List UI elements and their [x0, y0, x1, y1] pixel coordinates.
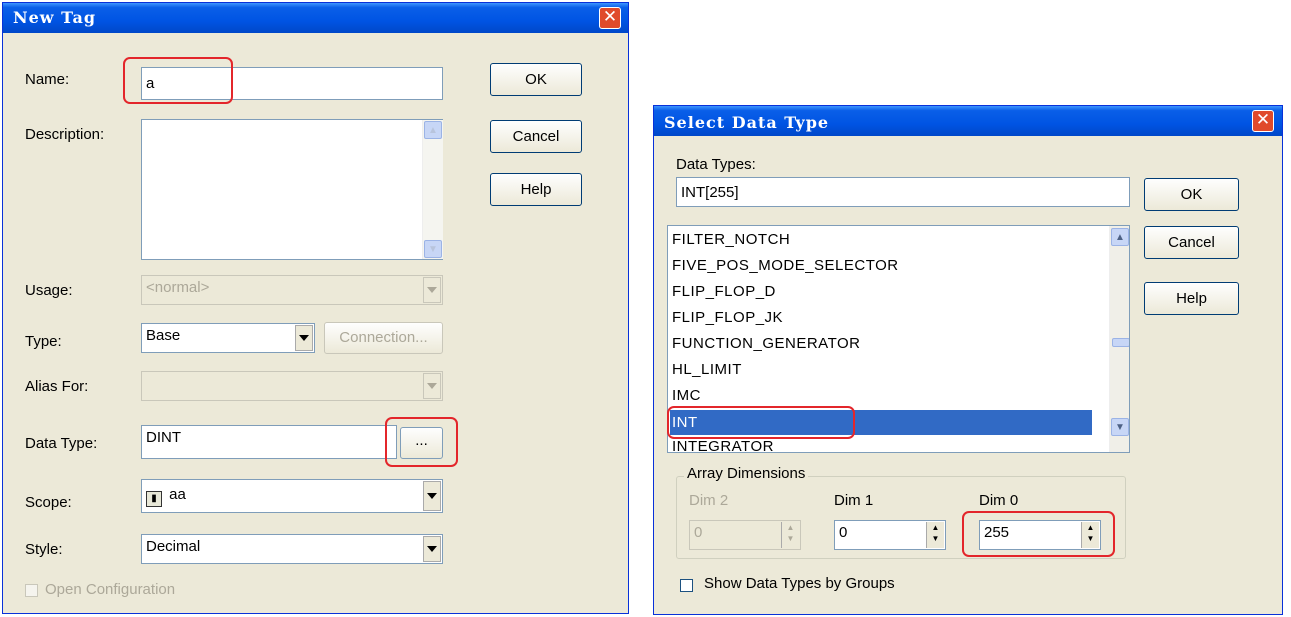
usage-value: <normal>	[146, 279, 210, 296]
spin-arrows-icon[interactable]: ▲ ▼	[926, 522, 944, 548]
dim1-label: Dim 1	[834, 492, 874, 509]
type-value: Base	[146, 327, 181, 344]
usage-label: Usage:	[25, 282, 73, 299]
dim1-value: 0	[839, 524, 848, 541]
list-item[interactable]: FLIP_FLOP_D	[672, 279, 776, 304]
name-label: Name:	[25, 71, 70, 88]
close-icon[interactable]: ✕	[1252, 110, 1274, 132]
select-data-type-dialog: Select Data Type ✕ Data Types: INT[255] …	[653, 105, 1283, 615]
dialog-title: Select Data Type	[664, 113, 830, 132]
select-data-type-titlebar[interactable]: Select Data Type ✕	[654, 106, 1282, 136]
list-item[interactable]: FUNCTION_GENERATOR	[672, 331, 860, 356]
scope-value: aa	[169, 486, 186, 503]
list-item[interactable]: INTEGRATOR	[672, 434, 774, 452]
name-input[interactable]: a	[141, 67, 443, 100]
scroll-down-icon[interactable]: ▼	[424, 240, 442, 258]
ok-button[interactable]: OK	[1144, 178, 1239, 211]
scroll-thumb[interactable]	[1112, 338, 1129, 347]
ok-button[interactable]: OK	[490, 63, 582, 96]
browse-data-type-button[interactable]: ...	[400, 427, 443, 459]
style-value: Decimal	[146, 538, 201, 555]
show-groups-label[interactable]: Show Data Types by Groups	[704, 575, 895, 592]
scroll-down-icon[interactable]: ▼	[1111, 418, 1129, 436]
help-button[interactable]: Help	[490, 173, 582, 206]
type-select[interactable]: Base	[141, 323, 315, 353]
list-scrollbar[interactable]: ▲ ▼	[1109, 226, 1129, 452]
scroll-up-icon[interactable]: ▲	[424, 121, 442, 139]
list-item[interactable]: FILTER_NOTCH	[672, 227, 790, 252]
dim2-label: Dim 2	[689, 492, 729, 509]
dim2-value: 0	[694, 524, 703, 541]
style-select[interactable]: Decimal	[141, 534, 443, 564]
alias-for-select	[141, 371, 443, 401]
cancel-button[interactable]: Cancel	[490, 120, 582, 153]
dim0-label: Dim 0	[979, 492, 1019, 509]
new-tag-dialog: New Tag ✕ Name: a Description: ▲ ▼ Usage…	[2, 2, 629, 614]
scope-icon: ▮	[146, 491, 162, 507]
show-groups-checkbox[interactable]	[680, 579, 693, 592]
dim0-value: 255	[984, 524, 1010, 541]
list-item[interactable]: FLIP_FLOP_JK	[672, 305, 783, 330]
data-types-list[interactable]: FILTER_NOTCH FIVE_POS_MODE_SELECTOR FLIP…	[667, 225, 1130, 453]
dim2-spinner: 0 ▲ ▼	[689, 520, 801, 550]
chevron-down-icon[interactable]	[423, 536, 441, 562]
description-label: Description:	[25, 126, 105, 143]
spin-arrows-icon[interactable]: ▲ ▼	[1081, 522, 1099, 548]
chevron-down-icon	[423, 277, 441, 303]
connection-button: Connection...	[324, 322, 443, 354]
scope-select[interactable]: ▮ aa	[141, 479, 443, 513]
cancel-button[interactable]: Cancel	[1144, 226, 1239, 259]
scope-label: Scope:	[25, 494, 72, 511]
chevron-down-icon[interactable]	[423, 481, 441, 511]
spin-arrows-icon: ▲ ▼	[781, 522, 799, 548]
dim1-spinner[interactable]: 0 ▲ ▼	[834, 520, 946, 550]
dialog-title: New Tag	[13, 8, 97, 27]
alias-for-label: Alias For:	[25, 378, 89, 395]
list-item-selected[interactable]: INT	[670, 410, 1092, 435]
dim0-spinner[interactable]: 255 ▲ ▼	[979, 520, 1101, 550]
usage-select: <normal>	[141, 275, 443, 305]
new-tag-titlebar[interactable]: New Tag ✕	[3, 3, 628, 33]
type-label: Type:	[25, 333, 62, 350]
description-scrollbar[interactable]: ▲ ▼	[422, 120, 443, 259]
array-dimensions-label: Array Dimensions	[684, 465, 809, 482]
style-label: Style:	[25, 541, 63, 558]
chevron-down-icon	[423, 373, 441, 399]
open-configuration-checkbox	[25, 584, 38, 597]
open-configuration-label: Open Configuration	[45, 581, 176, 598]
list-item[interactable]: FIVE_POS_MODE_SELECTOR	[672, 253, 899, 278]
data-types-label: Data Types:	[676, 156, 756, 173]
close-icon[interactable]: ✕	[599, 7, 621, 29]
data-type-input[interactable]: DINT	[141, 425, 397, 459]
help-button[interactable]: Help	[1144, 282, 1239, 315]
list-item[interactable]: IMC	[672, 383, 701, 408]
data-type-label: Data Type:	[25, 435, 98, 452]
description-textarea[interactable]	[141, 119, 443, 260]
list-item[interactable]: HL_LIMIT	[672, 357, 742, 382]
scroll-up-icon[interactable]: ▲	[1111, 228, 1129, 246]
data-types-input[interactable]: INT[255]	[676, 177, 1130, 207]
chevron-down-icon[interactable]	[295, 325, 313, 351]
